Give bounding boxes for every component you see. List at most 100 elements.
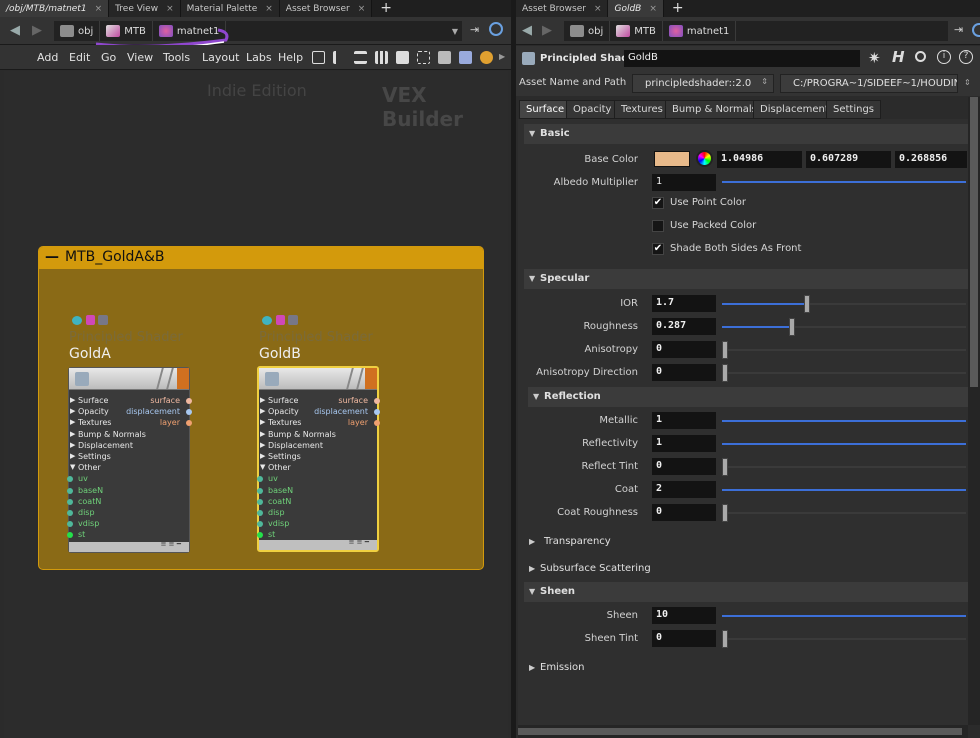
slider-knob[interactable] [722, 630, 728, 648]
input-port-icon[interactable]: ▶ [260, 430, 265, 438]
param-slider[interactable] [722, 615, 966, 617]
slider-knob[interactable] [722, 341, 728, 359]
section-reflection[interactable]: ▼ Reflection [528, 387, 968, 407]
close-icon[interactable]: × [358, 4, 366, 14]
close-icon[interactable]: × [265, 4, 273, 14]
scroll-thumb[interactable] [970, 97, 978, 387]
tab-goldb[interactable]: GoldB × [608, 0, 664, 17]
tab-asset-browser[interactable]: Asset Browser × [516, 0, 609, 17]
section-transparency[interactable]: ▶ Transparency [524, 532, 968, 552]
add-tab-button[interactable]: + [664, 0, 692, 17]
chevron-updown-icon[interactable]: ⇕ [964, 78, 971, 87]
menu-view[interactable]: View [127, 51, 153, 64]
slider-knob[interactable] [722, 458, 728, 476]
input-port-icon[interactable]: ▼ [70, 463, 75, 471]
snap-icon[interactable] [417, 51, 430, 64]
help-h-icon[interactable]: H [892, 48, 905, 66]
node-header[interactable] [69, 368, 189, 390]
crumb-obj[interactable]: obj [564, 21, 611, 41]
input-port-icon[interactable]: ▶ [70, 396, 75, 404]
param-slider[interactable] [722, 341, 966, 359]
tab-tree-view[interactable]: Tree View × [109, 0, 181, 17]
back-arrow-icon[interactable]: ◀ [10, 23, 20, 38]
param-value-field[interactable]: 10 [652, 607, 716, 624]
output-flag[interactable] [177, 368, 189, 389]
param-slider[interactable] [722, 420, 966, 422]
input-port-icon[interactable]: ▶ [70, 418, 75, 426]
menu-go[interactable]: Go [101, 51, 116, 64]
chevron-right-icon[interactable]: ▶ [499, 52, 505, 61]
close-icon[interactable]: × [649, 4, 657, 14]
input-port-icon[interactable]: ▶ [70, 407, 75, 415]
search-icon[interactable] [915, 51, 926, 62]
param-value-field[interactable]: 0 [652, 504, 716, 521]
slider-knob[interactable] [804, 295, 811, 313]
node-name-label[interactable]: GoldB [259, 346, 301, 362]
tab-network-path[interactable]: /obj/MTB/matnet1 × [0, 0, 110, 17]
close-icon[interactable]: × [594, 4, 602, 14]
gear-icon[interactable]: ✷ [868, 49, 881, 67]
menu-edit[interactable]: Edit [69, 51, 90, 64]
output-port-icon[interactable] [186, 398, 192, 404]
asset-name-dropdown[interactable]: principledshader::2.0 ⇕ [632, 74, 774, 93]
output-flag[interactable] [365, 368, 377, 389]
tab-asset-browser[interactable]: Asset Browser × [279, 0, 373, 17]
info-icon[interactable] [459, 51, 472, 64]
section-sheen[interactable]: ▼ Sheen [524, 582, 968, 602]
link-icon[interactable] [489, 22, 503, 36]
param-slider[interactable] [722, 318, 966, 336]
section-specular[interactable]: ▼ Specular [524, 269, 968, 289]
param-value-field[interactable]: 1 [652, 412, 716, 429]
input-port-icon[interactable]: ▶ [70, 430, 75, 438]
scroll-thumb[interactable] [518, 728, 962, 735]
menu-add[interactable]: Add [37, 51, 58, 64]
asset-path-dropdown[interactable]: C:/PROGRA~1/SIDEEF~1/HOUDIN~... [780, 74, 958, 93]
tab-settings[interactable]: Settings [826, 100, 882, 119]
back-arrow-icon[interactable]: ◀ [522, 23, 532, 38]
input-port-icon[interactable] [257, 510, 263, 516]
param-slider[interactable] [722, 443, 966, 445]
layout-icon[interactable] [333, 51, 346, 64]
input-port-icon[interactable] [67, 521, 73, 528]
param-slider[interactable] [722, 504, 966, 522]
base-color-r-field[interactable]: 1.04986 [717, 151, 802, 168]
use-packed-color-checkbox[interactable] [652, 220, 664, 232]
param-value-field[interactable]: 1 [652, 435, 716, 452]
input-port-icon[interactable] [257, 476, 263, 483]
base-color-b-field[interactable]: 0.268856 [895, 151, 967, 168]
input-port-icon[interactable] [257, 521, 263, 528]
network-editor[interactable]: Indie Edition VEX Builder — MTB_GoldA&B … [4, 71, 508, 738]
param-value-field[interactable]: 0 [652, 458, 716, 475]
param-value-field[interactable]: 0 [652, 630, 716, 647]
albedo-slider[interactable] [722, 181, 966, 183]
base-color-g-field[interactable]: 0.607289 [806, 151, 891, 168]
param-value-field[interactable]: 1.7 [652, 295, 716, 312]
input-port-icon[interactable] [67, 476, 73, 483]
albedo-multiplier-field[interactable]: 1 [652, 174, 716, 191]
tab-textures[interactable]: Textures [614, 100, 670, 119]
node-header[interactable] [259, 368, 377, 390]
input-port-icon[interactable] [257, 498, 263, 505]
crumb-matnet1[interactable]: matnet1 [663, 21, 737, 41]
add-tab-button[interactable]: + [372, 0, 400, 17]
align-icon[interactable] [354, 51, 367, 64]
link-icon[interactable] [972, 23, 980, 37]
output-port-icon[interactable] [374, 398, 380, 404]
close-icon[interactable]: × [95, 4, 103, 14]
param-slider[interactable] [722, 364, 966, 382]
principled-shader-node-goldb[interactable]: ≡ ≡ ━ ▶ Surface ▶ Opacity ▶ Textures ▶ Bump & N… [257, 366, 380, 552]
crumb-mtb[interactable]: MTB [610, 21, 663, 41]
input-port-icon[interactable]: ▶ [260, 407, 265, 415]
input-port-icon[interactable] [67, 498, 73, 505]
close-icon[interactable]: × [166, 4, 174, 14]
param-slider[interactable] [722, 630, 966, 648]
slider-knob[interactable] [722, 364, 728, 382]
color-wheel-icon[interactable] [696, 150, 713, 167]
display-icon[interactable] [438, 51, 451, 64]
param-slider[interactable] [722, 295, 966, 313]
node-name-label[interactable]: GoldA [69, 346, 111, 362]
vertical-scrollbar[interactable] [968, 97, 980, 725]
pin-icon[interactable]: ⇥ [470, 23, 479, 36]
input-port-icon[interactable]: ▶ [260, 418, 265, 426]
table-icon[interactable] [396, 51, 409, 64]
